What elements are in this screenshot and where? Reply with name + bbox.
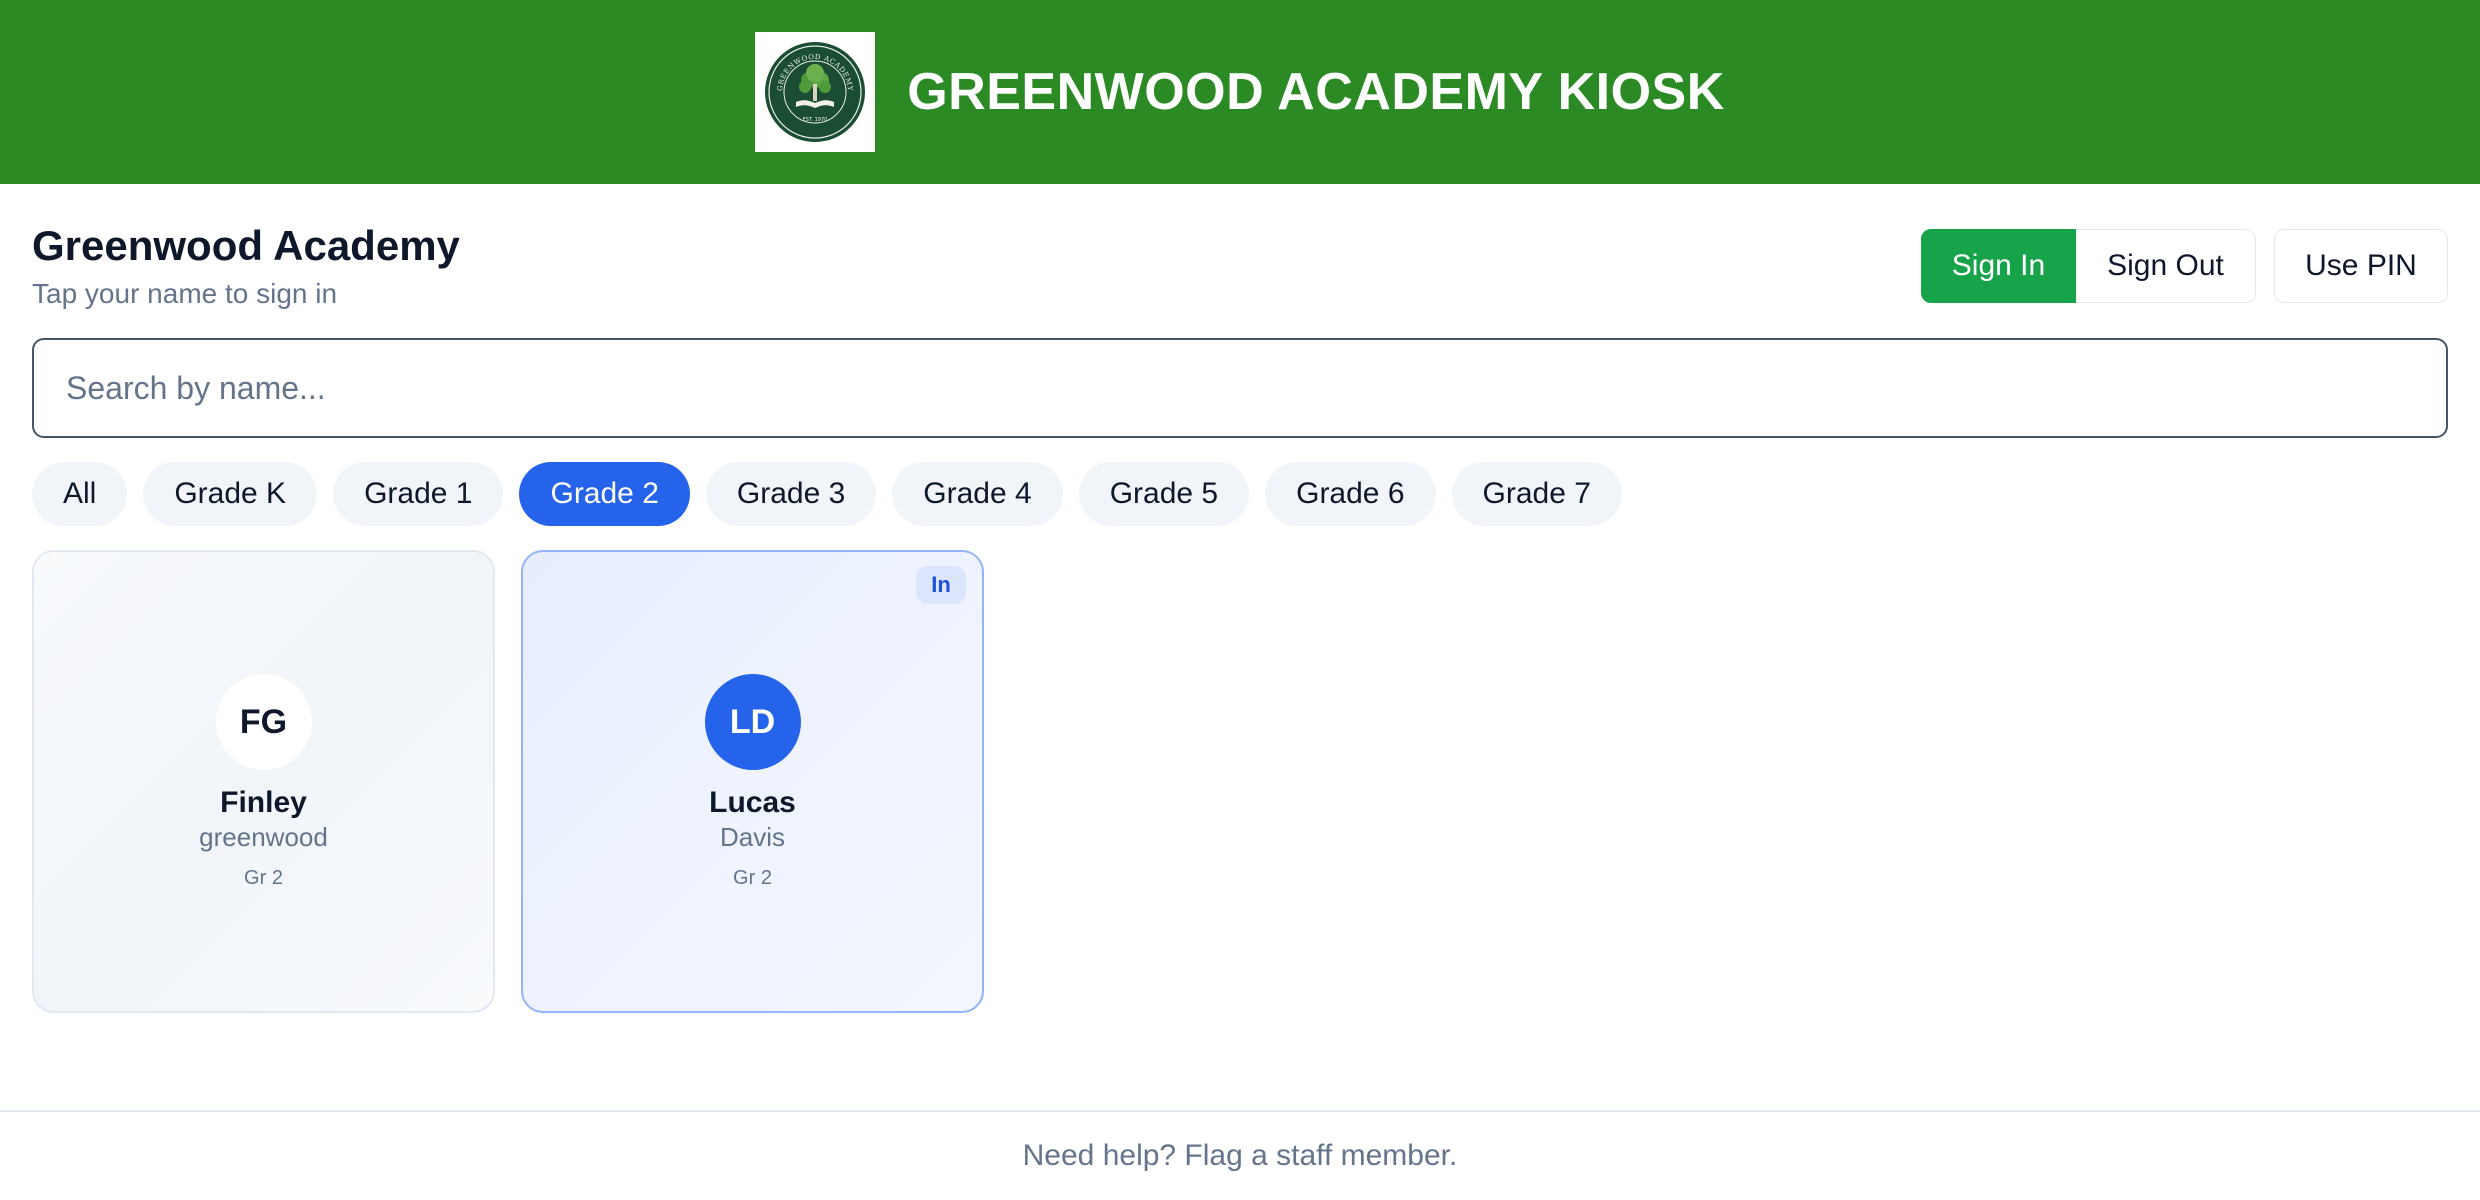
student-last-name: Davis	[719, 822, 785, 852]
tree-crest-icon: GREENWOOD ACADEMY EST. 1970	[765, 42, 866, 142]
filter-grade-6[interactable]: Grade 6	[1265, 462, 1436, 526]
filter-grade-4[interactable]: Grade 4	[892, 462, 1063, 526]
filter-all[interactable]: All	[32, 462, 128, 526]
kiosk-title: GREENWOOD ACADEMY KIOSK	[907, 63, 1725, 121]
student-first-name: Finley	[220, 786, 307, 819]
help-text: Need help? Flag a staff member.	[1022, 1139, 1458, 1172]
search-input[interactable]	[32, 338, 2448, 438]
filter-grade-k[interactable]: Grade K	[143, 462, 318, 526]
filter-grade-1[interactable]: Grade 1	[333, 462, 504, 526]
mode-toggle: Sign In Sign Out	[1921, 229, 2256, 303]
instructions: Tap your name to sign in	[32, 278, 338, 309]
use-pin-button[interactable]: Use PIN	[2274, 229, 2448, 303]
student-card[interactable]: FG Finley greenwood Gr 2	[32, 550, 495, 1013]
sign-in-button[interactable]: Sign In	[1921, 229, 2076, 303]
school-name: Greenwood Academy	[32, 222, 460, 269]
student-last-name: greenwood	[199, 822, 328, 852]
student-card[interactable]: In LD Lucas Davis Gr 2	[521, 550, 984, 1013]
avatar: LD	[704, 674, 801, 770]
grade-filter-bar: All Grade K Grade 1 Grade 2 Grade 3 Grad…	[32, 462, 1622, 526]
filter-grade-2[interactable]: Grade 2	[519, 462, 690, 526]
status-badge: In	[916, 566, 966, 604]
filter-grade-7[interactable]: Grade 7	[1451, 462, 1622, 526]
sign-out-button[interactable]: Sign Out	[2076, 229, 2256, 303]
kiosk-header: GREENWOOD ACADEMY EST. 1970 GREENWOOD AC…	[0, 0, 2480, 184]
filter-grade-3[interactable]: Grade 3	[705, 462, 877, 526]
student-grade: Gr 2	[244, 867, 283, 889]
student-first-name: Lucas	[709, 786, 796, 819]
school-logo: GREENWOOD ACADEMY EST. 1970	[755, 32, 876, 152]
logo-est-text: EST. 1970	[803, 117, 828, 123]
filter-grade-5[interactable]: Grade 5	[1078, 462, 1250, 526]
student-grid: FG Finley greenwood Gr 2 In LD Lucas Dav…	[32, 550, 984, 1013]
help-footer: Need help? Flag a staff member.	[0, 1110, 2480, 1200]
student-grade: Gr 2	[733, 867, 772, 889]
avatar: FG	[215, 674, 312, 770]
